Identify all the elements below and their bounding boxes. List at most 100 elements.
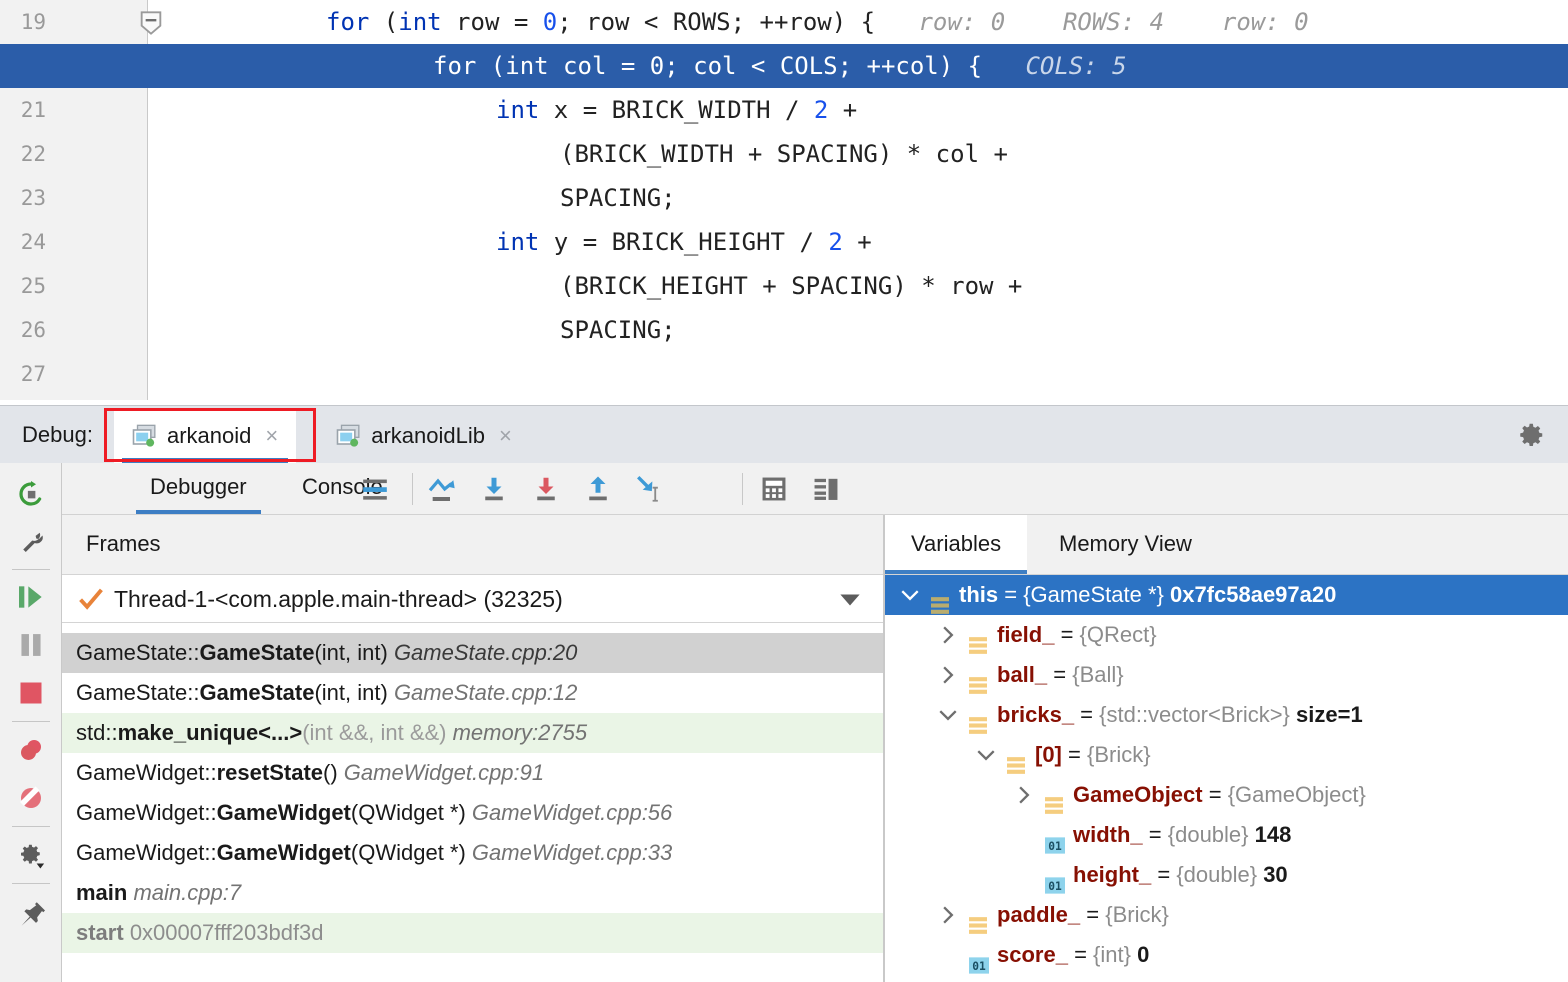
close-icon[interactable]: × <box>265 423 278 449</box>
frame-row[interactable]: std::make_unique<...>(int &&, int &&) me… <box>62 713 883 753</box>
variable-text: [0] = {Brick} <box>1035 735 1151 775</box>
chevron-right-icon[interactable] <box>937 895 959 935</box>
variable-value: 30 <box>1257 862 1288 887</box>
rerun-icon[interactable] <box>12 475 50 513</box>
frame-row[interactable]: main main.cpp:7 <box>62 873 883 913</box>
frame-function: GameState <box>200 640 315 665</box>
variable-text: score_ = {int} 0 <box>997 935 1149 975</box>
thread-status-check-icon <box>78 587 104 611</box>
chevron-right-icon[interactable] <box>1013 775 1035 815</box>
tab-memory-view[interactable]: Memory View <box>1037 515 1214 574</box>
code-line[interactable]: (BRICK_WIDTH + SPACING) * col + <box>0 132 1568 176</box>
chevron-right-icon[interactable] <box>937 615 959 655</box>
code-line[interactable]: for (int row = 0; row < ROWS; ++row) { r… <box>0 0 1568 44</box>
tab-memory-view-label: Memory View <box>1059 531 1192 556</box>
variable-row[interactable]: this = {GameState *} 0x7fc58ae97a20 <box>885 575 1568 615</box>
tab-variables[interactable]: Variables <box>885 515 1027 574</box>
chevron-down-icon[interactable] <box>975 735 997 775</box>
run-tab-arkanoid[interactable]: arkanoid× <box>114 408 296 463</box>
view-breakpoints-icon[interactable] <box>12 731 50 769</box>
variable-name: GameObject <box>1073 782 1203 807</box>
variable-row[interactable]: GameObject = {GameObject} <box>885 775 1568 815</box>
tab-debugger[interactable]: Debugger <box>150 463 247 514</box>
code-line[interactable]: (BRICK_HEIGHT + SPACING) * row + <box>0 264 1568 308</box>
code-line[interactable]: SPACING; <box>0 176 1568 220</box>
pin-icon[interactable] <box>12 895 50 933</box>
code-text: (BRICK_HEIGHT + SPACING) * row + <box>560 264 1022 308</box>
variable-name: score_ <box>997 942 1068 967</box>
wrench-icon[interactable] <box>12 523 50 561</box>
variable-text: ball_ = {Ball} <box>997 655 1124 695</box>
variables-panel[interactable]: Variables Memory View this = {GameState … <box>885 515 1568 982</box>
frame-scope: GameState:: <box>76 680 200 705</box>
code-line[interactable]: int y = BRICK_HEIGHT / 2 + <box>0 220 1568 264</box>
variable-row[interactable]: paddle_ = {Brick} <box>885 895 1568 935</box>
stop-icon[interactable] <box>12 674 50 712</box>
ide-debug-window: 192021222324252627 for (int row = 0; row… <box>0 0 1568 982</box>
variable-text: width_ = {double} 148 <box>1073 815 1291 855</box>
variable-row[interactable]: ball_ = {Ball} <box>885 655 1568 695</box>
object-icon <box>969 907 987 924</box>
step-out-icon[interactable] <box>578 469 618 509</box>
frame-scope: GameState:: <box>76 640 200 665</box>
code-editor[interactable]: 192021222324252627 for (int row = 0; row… <box>0 0 1568 400</box>
close-icon[interactable]: × <box>499 423 512 449</box>
evaluate-expression-icon[interactable] <box>754 469 794 509</box>
chevron-down-icon[interactable] <box>937 695 959 735</box>
frame-row[interactable]: start 0x00007fff203bdf3d <box>62 913 883 953</box>
frame-row[interactable]: GameWidget::resetState() GameWidget.cpp:… <box>62 753 883 793</box>
variable-type: {double} <box>1176 862 1257 887</box>
variable-type: {Brick} <box>1087 742 1151 767</box>
frames-panel[interactable]: Frames Thread-1-<com.apple.main-thread> … <box>62 515 884 982</box>
variable-row[interactable]: bricks_ = {std::vector<Brick>} size=1 <box>885 695 1568 735</box>
layout-settings-icon[interactable] <box>806 469 846 509</box>
debugger-toolbar: Debugger Console <box>62 463 1568 515</box>
object-icon <box>969 667 987 684</box>
frame-row[interactable]: GameState::GameState(int, int) GameState… <box>62 633 883 673</box>
code-text: SPACING; <box>560 176 676 220</box>
step-over-icon[interactable] <box>422 469 462 509</box>
step-into-icon[interactable] <box>474 469 514 509</box>
frame-row[interactable]: GameWidget::GameWidget(QWidget *) GameWi… <box>62 793 883 833</box>
code-line[interactable]: for (int col = 0; col < COLS; ++col) { C… <box>0 44 1568 88</box>
frame-args: (QWidget *) <box>351 840 472 865</box>
primitive-icon: 01 <box>969 947 987 964</box>
code-line[interactable]: SPACING; <box>0 308 1568 352</box>
code-text: for (int row = 0; row < ROWS; ++row) { r… <box>326 0 1309 44</box>
variable-row[interactable]: 01height_ = {double} 30 <box>885 855 1568 895</box>
code-line[interactable]: int x = BRICK_WIDTH / 2 + <box>0 88 1568 132</box>
run-tab-arkanoidlib[interactable]: arkanoidLib× <box>318 408 530 463</box>
chevron-down-icon[interactable] <box>839 593 861 612</box>
debug-action-rail[interactable] <box>0 463 62 982</box>
frame-function: make_unique<...> <box>118 720 303 745</box>
settings-icon[interactable] <box>12 837 50 875</box>
chevron-right-icon[interactable] <box>937 655 959 695</box>
run-to-cursor-icon[interactable] <box>630 469 670 509</box>
force-step-into-icon[interactable] <box>526 469 566 509</box>
code-line[interactable] <box>0 352 1568 396</box>
chevron-down-icon[interactable] <box>899 575 921 615</box>
frame-function: resetState <box>217 760 323 785</box>
variable-name: width_ <box>1073 822 1143 847</box>
variable-row[interactable]: field_ = {QRect} <box>885 615 1568 655</box>
frame-row[interactable]: GameWidget::GameWidget(QWidget *) GameWi… <box>62 833 883 873</box>
thread-label: Thread-1-<com.apple.main-thread> (32325) <box>114 576 563 622</box>
object-icon <box>969 627 987 644</box>
thread-selector[interactable]: Thread-1-<com.apple.main-thread> (32325) <box>62 576 883 623</box>
frame-args: (QWidget *) <box>351 800 472 825</box>
resume-program-icon[interactable] <box>12 578 50 616</box>
code-text: SPACING; <box>560 308 676 352</box>
show-execution-point-icon[interactable] <box>355 469 395 509</box>
mute-breakpoints-icon[interactable] <box>12 779 50 817</box>
variable-row[interactable]: 01width_ = {double} 148 <box>885 815 1568 855</box>
pause-program-icon[interactable] <box>12 626 50 664</box>
frame-args: (int &&, int &&) <box>302 720 452 745</box>
variable-row[interactable]: [0] = {Brick} <box>885 735 1568 775</box>
frame-row[interactable]: GameState::GameState(int, int) GameState… <box>62 673 883 713</box>
variable-text: height_ = {double} 30 <box>1073 855 1288 895</box>
variables-panel-header: Variables Memory View <box>885 515 1568 575</box>
gear-icon[interactable] <box>1516 420 1546 450</box>
variable-row[interactable]: 01 score_ = {int} 0 <box>885 935 1568 975</box>
frame-scope: std:: <box>76 720 118 745</box>
variable-value: 0x7fc58ae97a20 <box>1164 582 1337 607</box>
